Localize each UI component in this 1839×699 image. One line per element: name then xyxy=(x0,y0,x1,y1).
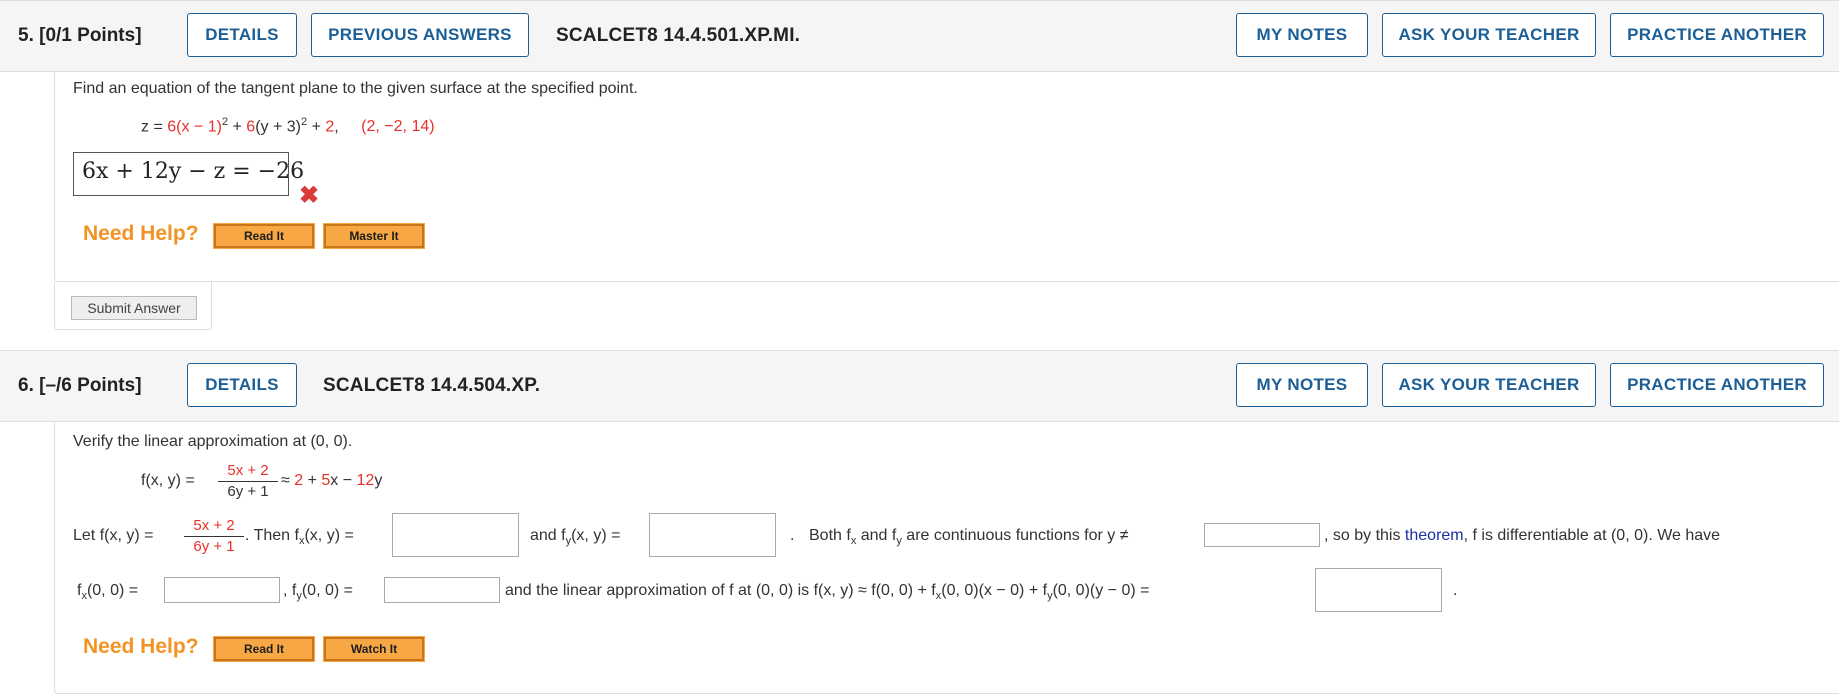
theorem-link[interactable]: theorem xyxy=(1405,527,1464,544)
q6-and-fy-lead: and f xyxy=(530,527,566,544)
continuity-condition-input[interactable] xyxy=(1204,523,1320,547)
q5-prompt: Find an equation of the tangent plane to… xyxy=(73,80,638,97)
frac-bar xyxy=(218,481,278,482)
q5-eq-plus2: + xyxy=(307,118,326,136)
q5-eq-const: 2 xyxy=(325,118,335,136)
q6-then-lead: . Then f xyxy=(245,527,299,544)
q5-my-notes-button[interactable]: MY NOTES xyxy=(1236,13,1368,57)
q6-approx-plus: + xyxy=(303,472,322,489)
q6-watch-it-button[interactable]: Watch It xyxy=(323,636,425,662)
q6-my-notes-button[interactable]: MY NOTES xyxy=(1236,363,1368,407)
incorrect-x-icon: ✖ xyxy=(299,182,320,209)
q5-answer-field[interactable]: 6x + 12y − z = −26 xyxy=(73,152,304,196)
fx-input[interactable] xyxy=(392,513,519,557)
q6-frac1-den: 6y + 1 xyxy=(227,483,269,500)
q5-point: (2, −2, 14) xyxy=(361,118,434,135)
q6-both-and: and f xyxy=(856,527,897,544)
q5-body xyxy=(54,72,1839,282)
q6-approx-xminus: x − xyxy=(330,472,357,489)
q6-so-tail: , f is differentiable at (0, 0). We have xyxy=(1463,527,1721,544)
q6-linear-tail: (0, 0)(y − 0) = xyxy=(1052,582,1150,599)
q6-approx-y: y xyxy=(374,472,383,489)
q6-approx-expr: ≈ 2 + 5x − 12y xyxy=(281,472,382,490)
q5-previous-answers-button[interactable]: PREVIOUS ANSWERS xyxy=(311,13,529,57)
q5-ask-teacher-button[interactable]: ASK YOUR TEACHER xyxy=(1382,13,1596,57)
q6-fraction-1: 5x + 2 6y + 1 xyxy=(218,462,278,501)
q6-prompt: Verify the linear approximation at (0, 0… xyxy=(73,433,353,450)
q6-both-tail: are continuous functions for y ≠ xyxy=(901,527,1129,544)
q6-linear-mid: (0, 0)(x − 0) + f xyxy=(941,582,1048,599)
q5-eq-coef1: 6 xyxy=(167,118,177,136)
submit-answer-button[interactable]: Submit Answer xyxy=(71,296,197,320)
q6-final-period: . xyxy=(1453,582,1458,599)
q6-period-1: . xyxy=(790,527,795,544)
q5-submit-area: Submit Answer xyxy=(54,282,212,330)
q5-header: 5. [0/1 Points] DETAILS PREVIOUS ANSWERS… xyxy=(0,0,1839,72)
q6-fy00-lead: , f xyxy=(283,582,297,599)
q5-read-it-button[interactable]: Read It xyxy=(213,223,315,249)
q6-practice-another-button[interactable]: PRACTICE ANOTHER xyxy=(1610,363,1824,407)
q6-so-lead: , so by this xyxy=(1324,527,1405,544)
frac-bar xyxy=(184,536,244,537)
q5-eq-term2: (y + 3) xyxy=(255,118,301,136)
q6-frac1-num: 5x + 2 xyxy=(227,462,269,479)
q6-f-label: f(x, y) = xyxy=(141,472,195,489)
q6-and-fy-text: and fy(x, y) = xyxy=(530,527,620,547)
q5-points: 5. [0/1 Points] xyxy=(18,25,142,46)
q6-body xyxy=(54,422,1839,694)
linear-approx-input[interactable] xyxy=(1315,568,1442,612)
q6-fy00-tail: (0, 0) = xyxy=(301,582,353,599)
fy00-input[interactable] xyxy=(384,577,500,603)
q5-master-it-button[interactable]: Master It xyxy=(323,223,425,249)
q6-approx-ycoef: 12 xyxy=(356,472,375,489)
q5-point-sep1: , xyxy=(375,118,385,136)
fx00-input[interactable] xyxy=(164,577,280,603)
q6-approx-const: 2 xyxy=(294,472,304,489)
q5-eq-plus1: + xyxy=(228,118,247,136)
q6-then-tail: (x, y) = xyxy=(304,527,354,544)
q5-need-help-label: Need Help? xyxy=(83,222,199,245)
q5-point-z: 14 xyxy=(411,118,430,136)
q6-then-text: . Then fx(x, y) = xyxy=(245,527,354,547)
q5-eq-prefix: z = xyxy=(141,118,168,136)
q5-point-close: ) xyxy=(429,118,435,136)
q5-surface-equation: z = 6(x − 1)2 + 6(y + 3)2 + 2, (2, −2, 1… xyxy=(141,116,435,136)
q6-fy00-label: , fy(0, 0) = xyxy=(283,582,353,602)
q6-linear-text: and the linear approximation of f at (0,… xyxy=(505,582,1149,602)
q6-frac2-den: 6y + 1 xyxy=(193,538,235,555)
q5-practice-another-button[interactable]: PRACTICE ANOTHER xyxy=(1610,13,1824,57)
fy-input[interactable] xyxy=(649,513,776,557)
q6-and-fy-tail: (x, y) = xyxy=(571,527,621,544)
q5-details-button[interactable]: DETAILS xyxy=(187,13,297,57)
q6-let-label: Let f(x, y) = xyxy=(73,527,154,544)
q6-so-text: , so by this theorem, f is differentiabl… xyxy=(1324,527,1720,545)
q5-point-y: −2 xyxy=(384,118,403,136)
q6-details-button[interactable]: DETAILS xyxy=(187,363,297,407)
q5-eq-coef2: 6 xyxy=(246,118,256,136)
q6-problem-ref: SCALCET8 14.4.504.XP. xyxy=(323,375,541,396)
q6-fx00-tail: (0, 0) = xyxy=(86,582,139,599)
q6-both-lead: Both f xyxy=(809,527,851,544)
q6-approx-xcoef: 5 xyxy=(321,472,331,489)
q5-problem-ref: SCALCET8 14.4.501.XP.MI. xyxy=(556,25,801,46)
q6-fraction-2: 5x + 2 6y + 1 xyxy=(184,517,244,556)
q6-need-help-label: Need Help? xyxy=(83,635,199,658)
q6-linear-lead: and the linear approximation of f at (0,… xyxy=(505,582,936,599)
q6-approx-sign: ≈ xyxy=(281,472,295,489)
q6-ask-teacher-button[interactable]: ASK YOUR TEACHER xyxy=(1382,363,1596,407)
q5-eq-term1: (x − 1) xyxy=(176,118,222,136)
q6-read-it-button[interactable]: Read It xyxy=(213,636,315,662)
q6-both-text: Both fx and fy are continuous functions … xyxy=(809,527,1129,547)
q6-frac2-num: 5x + 2 xyxy=(193,517,235,534)
q6-fx00-label: fx(0, 0) = xyxy=(77,582,138,602)
q6-header: 6. [–/6 Points] DETAILS SCALCET8 14.4.50… xyxy=(0,350,1839,422)
q6-points: 6. [–/6 Points] xyxy=(18,375,142,396)
q5-eq-comma: , xyxy=(334,118,339,136)
